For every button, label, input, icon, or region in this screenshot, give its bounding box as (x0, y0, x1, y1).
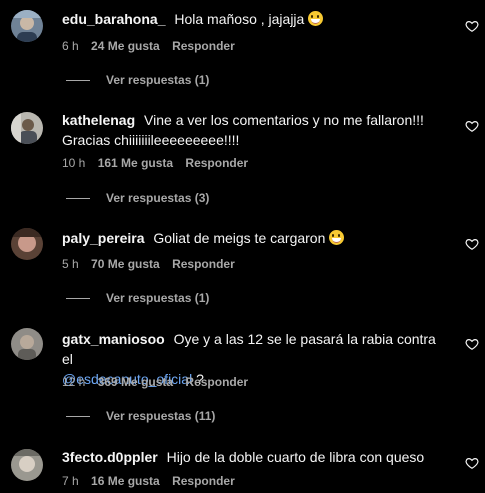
username[interactable]: gatx_maniosoo (62, 331, 165, 347)
username[interactable]: paly_pereira (62, 230, 145, 246)
divider-line (66, 298, 90, 300)
heart-icon[interactable] (465, 456, 479, 470)
heart-icon[interactable] (465, 19, 479, 33)
like-count[interactable]: 16 Me gusta (91, 474, 160, 488)
comment-text: Hijo de la doble cuarto de libra con que… (166, 449, 425, 465)
comment-body: 3fecto.d0ppler Hijo de la doble cuarto d… (62, 447, 443, 467)
username[interactable]: edu_barahona_ (62, 11, 165, 27)
like-count[interactable]: 24 Me gusta (91, 39, 160, 53)
grinning-face-emoji (329, 230, 345, 245)
heart-icon[interactable] (465, 237, 479, 251)
view-replies-label: Ver respuestas (1) (106, 73, 210, 87)
grinning-face-emoji (308, 11, 324, 26)
comment-text: Hola mañoso , jajajja (174, 11, 305, 27)
like-count[interactable]: 369 Me gusta (98, 375, 173, 389)
timestamp: 7 h (62, 474, 79, 488)
view-replies-label: Ver respuestas (1) (106, 291, 210, 305)
avatar[interactable] (11, 10, 43, 42)
divider-line (66, 198, 90, 200)
avatar[interactable] (11, 449, 43, 481)
reply-button[interactable]: Responder (172, 474, 235, 488)
view-replies-button[interactable]: Ver respuestas (1) (66, 291, 209, 305)
comment-meta: 6 h 24 Me gusta Responder (62, 39, 244, 53)
view-replies-button[interactable]: Ver respuestas (1) (66, 73, 209, 87)
divider-line (66, 416, 90, 418)
username[interactable]: kathelenag (62, 112, 135, 128)
view-replies-button[interactable]: Ver respuestas (11) (66, 409, 215, 423)
heart-icon[interactable] (465, 119, 479, 133)
divider-line (66, 80, 90, 82)
timestamp: 6 h (62, 39, 79, 53)
like-count[interactable]: 161 Me gusta (98, 156, 173, 170)
like-count[interactable]: 70 Me gusta (91, 257, 160, 271)
reply-button[interactable]: Responder (185, 375, 248, 389)
heart-icon[interactable] (465, 337, 479, 351)
comment-body: edu_barahona_ Hola mañoso , jajajja (62, 9, 443, 29)
comment-body: kathelenag Vine a ver los comentarios y … (62, 110, 443, 150)
view-replies-button[interactable]: Ver respuestas (3) (66, 191, 209, 205)
avatar[interactable] (11, 228, 43, 260)
reply-button[interactable]: Responder (185, 156, 248, 170)
timestamp: 12 h (62, 375, 86, 389)
comment-meta: 12 h 369 Me gusta Responder (62, 375, 257, 389)
avatar[interactable] (11, 328, 43, 360)
comment-text: Goliat de meigs te cargaron (153, 230, 326, 246)
reply-button[interactable]: Responder (172, 257, 235, 271)
avatar[interactable] (11, 112, 43, 144)
comment-meta: 7 h 16 Me gusta Responder (62, 474, 244, 488)
comment-meta: 5 h 70 Me gusta Responder (62, 257, 244, 271)
comment-body: paly_pereira Goliat de meigs te cargaron (62, 228, 443, 248)
comment-meta: 10 h 161 Me gusta Responder (62, 156, 257, 170)
timestamp: 5 h (62, 257, 79, 271)
timestamp: 10 h (62, 156, 86, 170)
view-replies-label: Ver respuestas (3) (106, 191, 210, 205)
username[interactable]: 3fecto.d0ppler (62, 449, 158, 465)
view-replies-label: Ver respuestas (11) (106, 409, 216, 423)
reply-button[interactable]: Responder (172, 39, 235, 53)
